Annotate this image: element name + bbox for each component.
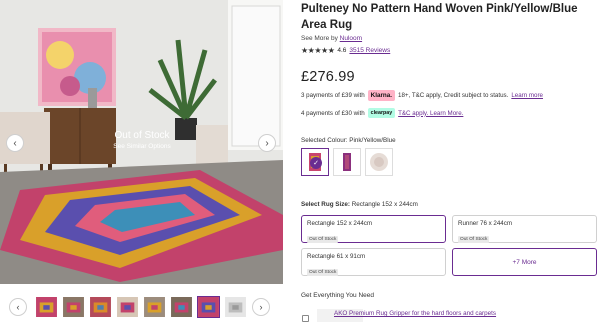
thumbnails-prev-button[interactable]: ‹	[9, 298, 27, 316]
thumbnail-7[interactable]	[197, 296, 220, 318]
chevron-right-icon: ›	[259, 302, 263, 312]
thumbnail-image	[117, 297, 138, 317]
klarna-prefix: 3 payments of £39 with	[301, 92, 365, 99]
out-of-stock-label: Out of Stock	[114, 130, 170, 141]
rating-row: ★★★★★ 4.6 3515 Reviews	[301, 46, 600, 55]
size-option-name: Rectangle 61 x 91cm	[307, 253, 366, 260]
out-of-stock-badge: Out Of Stock	[307, 269, 339, 276]
thumbnail-1[interactable]	[35, 296, 58, 318]
thumbnail-image	[225, 297, 246, 317]
chevron-right-icon: ›	[265, 137, 269, 149]
checkmark-icon: ✓	[310, 157, 322, 169]
image-next-button[interactable]: ›	[258, 134, 276, 152]
see-similar-options-link[interactable]: See Similar Options	[92, 143, 192, 150]
out-of-stock-badge: Out Of Stock	[458, 236, 490, 243]
rug-size-value: Rectangle 152 x 244cm	[351, 201, 418, 208]
thumbnail-image	[36, 297, 57, 317]
main-product-image[interactable]: Out of Stock See Similar Options ‹ ›	[0, 0, 283, 284]
brand-row: See More by Nuloom	[301, 35, 600, 42]
product-info-panel: Pulteney No Pattern Hand Woven Pink/Yell…	[301, 0, 600, 322]
thumbnail-3[interactable]	[89, 296, 112, 318]
get-everything-heading: Get Everything You Need	[301, 292, 374, 299]
thumbnail-5[interactable]	[143, 296, 166, 318]
more-sizes-button[interactable]: +7 More	[452, 248, 597, 276]
see-more-prefix: See More by	[301, 35, 338, 42]
colour-swatches: ✓	[301, 148, 393, 176]
swatch-rug-image	[343, 153, 351, 171]
thumbnail-image	[198, 297, 219, 317]
thumbnail-8[interactable]	[224, 296, 247, 318]
thumbnail-image	[171, 297, 192, 317]
size-option-name: Runner 76 x 244cm	[458, 220, 512, 227]
product-title: Pulteney No Pattern Hand Woven Pink/Yell…	[301, 3, 578, 31]
product-gallery: Out of Stock See Similar Options ‹ › ‹ ›	[0, 0, 283, 322]
out-of-stock-badge: Out Of Stock	[307, 236, 339, 243]
thumbnail-2[interactable]	[62, 296, 85, 318]
clearpay-prefix: 4 payments of £30 with	[301, 109, 365, 117]
reviews-link[interactable]: 3515 Reviews	[349, 47, 390, 54]
thumbnail-list	[35, 296, 247, 318]
selected-colour-label: Selected Colour: Pink/Yellow/Blue	[301, 137, 396, 144]
thumbnail-image	[90, 297, 111, 317]
colour-swatch-3[interactable]	[365, 148, 393, 176]
thumbnails-next-button[interactable]: ›	[252, 298, 270, 316]
colour-swatch-2[interactable]	[333, 148, 361, 176]
rating-value: 4.6	[337, 47, 347, 54]
thumbnail-4[interactable]	[116, 296, 139, 318]
clearpay-logo: clearpay	[367, 108, 396, 118]
size-option-name: Rectangle 152 x 244cm	[307, 220, 373, 227]
addon-item: AKO Premium Rug Gripper for the hard flo…	[301, 307, 597, 322]
size-option-rectangle-152x244[interactable]: Rectangle 152 x 244cm Out Of Stock	[301, 215, 446, 243]
addon-checkbox[interactable]	[302, 315, 309, 322]
klarna-learn-more-link[interactable]: Learn more	[511, 92, 543, 99]
star-rating-icon: ★★★★★	[301, 46, 335, 55]
thumbnail-6[interactable]	[170, 296, 193, 318]
klarna-logo: Klarna.	[367, 90, 395, 101]
chevron-left-icon: ‹	[16, 302, 20, 312]
thumbnail-strip: ‹ ›	[0, 290, 283, 322]
brand-link[interactable]: Nuloom	[340, 35, 362, 42]
chevron-left-icon: ‹	[13, 137, 17, 149]
rug-size-label: Select Rug Size: Rectangle 152 x 244cm	[301, 201, 418, 208]
thumbnail-image	[63, 297, 84, 317]
image-prev-button[interactable]: ‹	[6, 134, 24, 152]
clearpay-learn-more-link[interactable]: T&C apply. Learn More.	[398, 110, 463, 117]
klarna-terms: 18+, T&C apply, Credit subject to status…	[398, 92, 509, 99]
klarna-payment-row: 3 payments of £39 with Klarna. 18+, T&C …	[301, 90, 543, 101]
thumbnail-image	[144, 297, 165, 317]
swatch-rug-image	[370, 153, 388, 171]
rug-size-prefix: Select Rug Size:	[301, 201, 350, 208]
clearpay-payment-row: 4 payments of £30 with clearpay T&C appl…	[301, 108, 463, 118]
size-option-runner-76x244[interactable]: Runner 76 x 244cm Out Of Stock	[452, 215, 597, 243]
out-of-stock-overlay: Out of Stock See Similar Options	[92, 130, 192, 150]
product-price: £276.99	[301, 69, 355, 85]
size-option-rectangle-61x91[interactable]: Rectangle 61 x 91cm Out Of Stock	[301, 248, 446, 276]
addon-product-link[interactable]: AKO Premium Rug Gripper for the hard flo…	[334, 310, 496, 317]
colour-swatch-pink-yellow-blue[interactable]: ✓	[301, 148, 329, 176]
